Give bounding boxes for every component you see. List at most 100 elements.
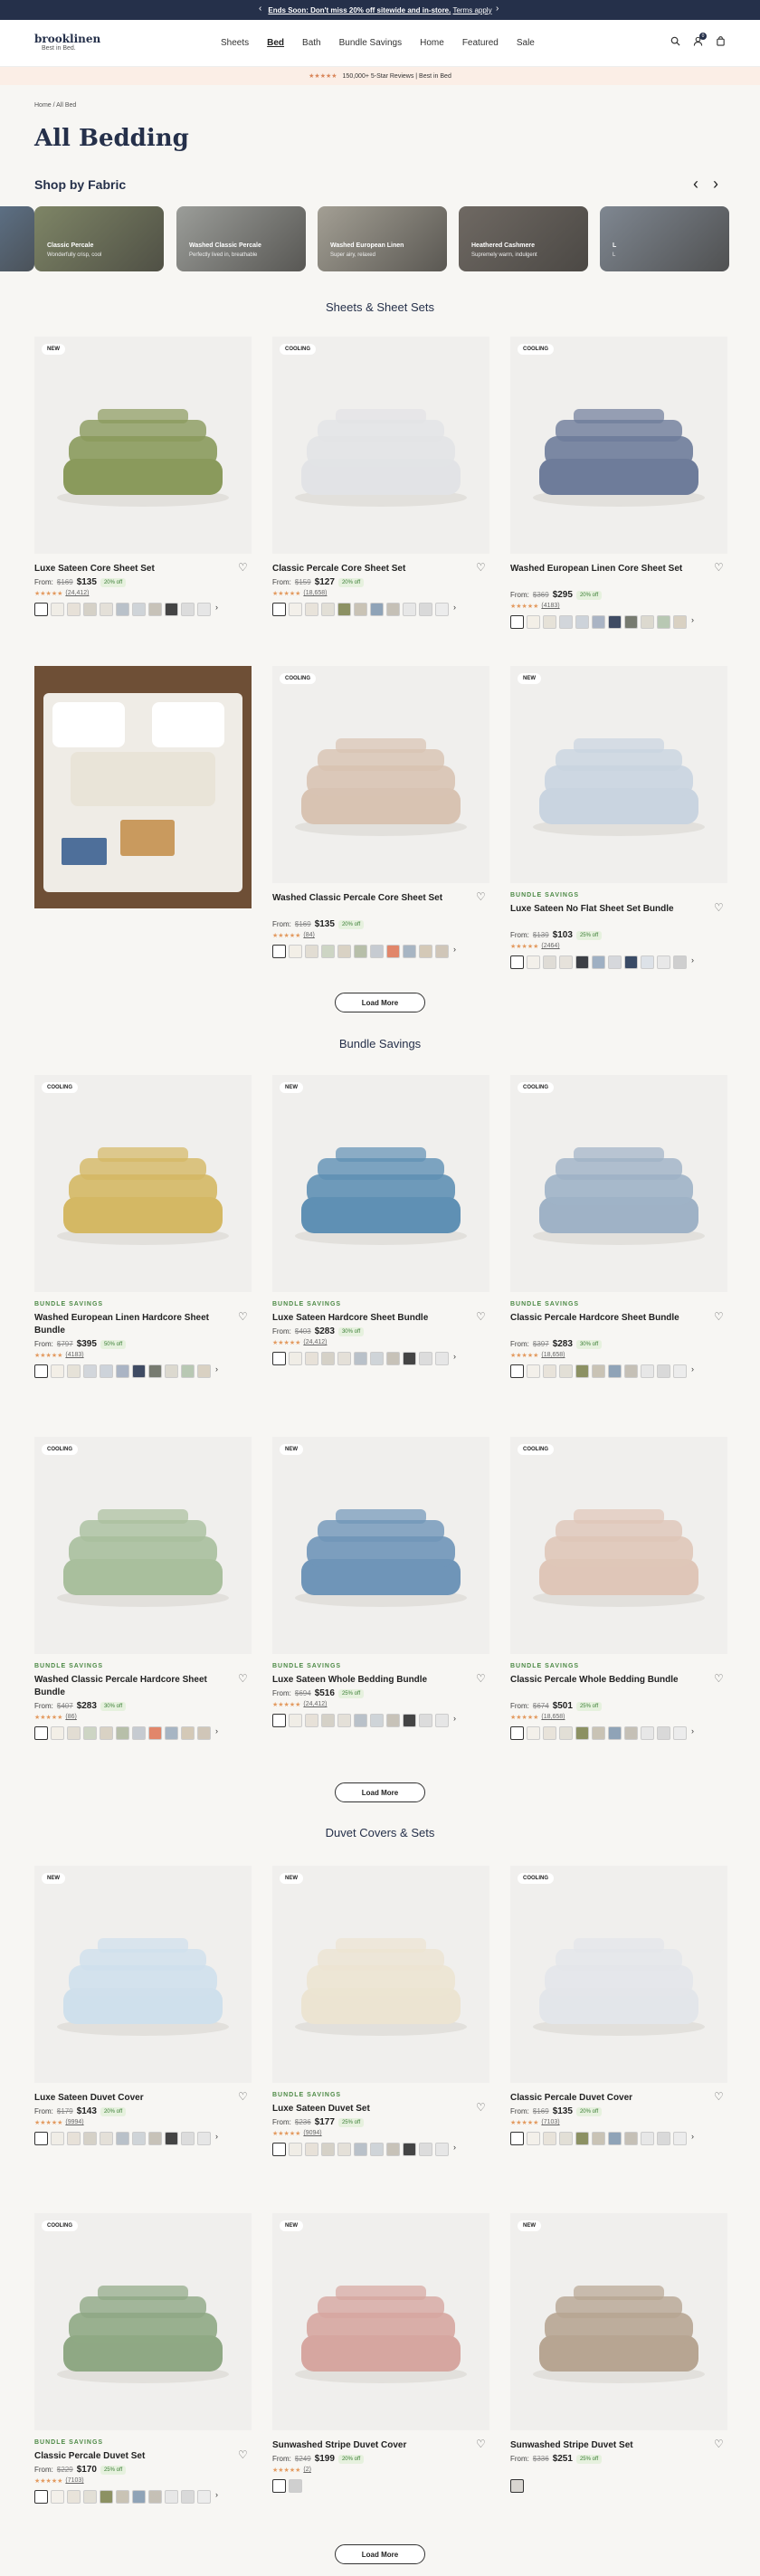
color-swatch[interactable]	[575, 615, 589, 629]
product-title[interactable]: Washed Classic Percale Core Sheet Set	[272, 892, 467, 905]
color-swatch[interactable]	[148, 1364, 162, 1378]
product-image[interactable]: NEW	[272, 2213, 489, 2430]
heart-icon[interactable]: ♡	[714, 1310, 724, 1323]
color-swatch[interactable]	[100, 2490, 113, 2504]
color-swatch[interactable]	[132, 1726, 146, 1740]
rating[interactable]: ★★★★★ (4183)	[34, 1352, 84, 1359]
color-swatch[interactable]	[83, 2490, 97, 2504]
color-swatch[interactable]	[34, 1726, 48, 1740]
color-swatch[interactable]	[321, 1352, 335, 1365]
color-swatch[interactable]	[165, 1364, 178, 1378]
review-count[interactable]: (9094)	[303, 2130, 321, 2137]
color-swatch[interactable]	[305, 1714, 318, 1727]
nav-item-home[interactable]: Home	[420, 38, 444, 48]
color-swatch[interactable]	[116, 2132, 129, 2145]
review-count[interactable]: (18,658)	[303, 590, 327, 597]
color-swatch[interactable]	[624, 2132, 638, 2145]
color-swatch[interactable]	[510, 615, 524, 629]
color-swatch[interactable]	[641, 615, 654, 629]
color-swatch[interactable]	[559, 615, 573, 629]
color-swatch[interactable]	[592, 2132, 605, 2145]
color-swatch[interactable]	[624, 955, 638, 969]
color-swatch[interactable]	[83, 1364, 97, 1378]
review-count[interactable]: (86)	[65, 1714, 76, 1721]
color-swatch[interactable]	[608, 615, 622, 629]
color-swatch[interactable]	[403, 2143, 416, 2156]
color-swatch[interactable]	[608, 2132, 622, 2145]
chevron-left-icon[interactable]: ‹	[693, 175, 698, 194]
color-swatch[interactable]	[34, 2132, 48, 2145]
color-swatch[interactable]	[559, 2132, 573, 2145]
rating[interactable]: ★★★★★ (24,412)	[272, 1339, 327, 1346]
color-swatch[interactable]	[641, 955, 654, 969]
color-swatch[interactable]	[370, 1352, 384, 1365]
rating[interactable]: ★★★★★ (18,658)	[510, 1352, 565, 1359]
color-swatch[interactable]	[51, 603, 64, 616]
heart-icon[interactable]: ♡	[476, 890, 486, 903]
color-swatch[interactable]	[51, 1364, 64, 1378]
account-icon[interactable]: 0	[693, 33, 707, 49]
product-image[interactable]: COOLING	[34, 2213, 252, 2430]
color-swatch[interactable]	[181, 2132, 195, 2145]
product-title[interactable]: Classic Percale Core Sheet Set	[272, 563, 467, 575]
product-image[interactable]: COOLING	[510, 337, 727, 554]
color-swatch[interactable]	[673, 615, 687, 629]
color-swatch[interactable]	[386, 2143, 400, 2156]
color-swatch[interactable]	[370, 945, 384, 958]
color-swatch[interactable]	[321, 2143, 335, 2156]
color-swatch[interactable]	[673, 955, 687, 969]
rating[interactable]: ★★★★★ (2464)	[510, 943, 560, 950]
color-swatch[interactable]	[673, 1726, 687, 1740]
color-swatch[interactable]	[435, 2143, 449, 2156]
color-swatch[interactable]	[641, 2132, 654, 2145]
chevron-right-icon[interactable]: ›	[453, 1714, 456, 1727]
color-swatch[interactable]	[289, 2479, 302, 2493]
color-swatch[interactable]	[321, 603, 335, 616]
heart-icon[interactable]: ♡	[714, 2090, 724, 2103]
color-swatch[interactable]	[165, 2490, 178, 2504]
color-swatch[interactable]	[657, 2132, 670, 2145]
chevron-right-icon[interactable]: ›	[215, 603, 218, 616]
chevron-right-icon[interactable]: ›	[215, 2490, 218, 2504]
color-swatch[interactable]	[435, 1714, 449, 1727]
color-swatch[interactable]	[435, 1352, 449, 1365]
fabric-tile[interactable]: LL	[600, 206, 729, 271]
color-swatch[interactable]	[403, 603, 416, 616]
product-image[interactable]: COOLING	[272, 666, 489, 883]
review-count[interactable]: (84)	[303, 932, 314, 939]
heart-icon[interactable]: ♡	[476, 1672, 486, 1685]
color-swatch[interactable]	[272, 603, 286, 616]
color-swatch[interactable]	[527, 615, 540, 629]
product-title[interactable]: Washed Classic Percale Hardcore Sheet Bu…	[34, 1674, 229, 1699]
product-title[interactable]: Sunwashed Stripe Duvet Cover	[272, 2439, 467, 2452]
rating[interactable]: ★★★★★ (24,412)	[34, 590, 89, 597]
product-image[interactable]: NEW	[272, 1866, 489, 2083]
nav-item-sale[interactable]: Sale	[517, 38, 535, 48]
color-swatch[interactable]	[197, 603, 211, 616]
color-swatch[interactable]	[559, 955, 573, 969]
rating[interactable]: ★★★★★ (2)	[272, 2467, 311, 2474]
heart-icon[interactable]: ♡	[714, 1672, 724, 1685]
product-title[interactable]: Sunwashed Stripe Duvet Set	[510, 2439, 705, 2452]
product-image[interactable]: NEW	[510, 666, 727, 883]
chevron-right-icon[interactable]: ›	[453, 945, 456, 958]
color-swatch[interactable]	[403, 1352, 416, 1365]
product-image[interactable]: NEW	[272, 1075, 489, 1292]
color-swatch[interactable]	[575, 955, 589, 969]
color-swatch[interactable]	[419, 603, 432, 616]
chevron-right-icon[interactable]: ›	[215, 1364, 218, 1378]
color-swatch[interactable]	[116, 2490, 129, 2504]
color-swatch[interactable]	[419, 1352, 432, 1365]
color-swatch[interactable]	[435, 603, 449, 616]
color-swatch[interactable]	[657, 615, 670, 629]
color-swatch[interactable]	[289, 603, 302, 616]
product-title[interactable]: Luxe Sateen No Flat Sheet Set Bundle	[510, 903, 705, 916]
chevron-right-icon[interactable]: ›	[453, 2143, 456, 2156]
load-more-button[interactable]: Load More	[335, 993, 425, 1012]
chevron-right-icon[interactable]: ›	[215, 2132, 218, 2145]
review-count[interactable]: (24,412)	[65, 590, 89, 597]
product-title[interactable]: Luxe Sateen Core Sheet Set	[34, 563, 229, 575]
color-swatch[interactable]	[305, 945, 318, 958]
color-swatch[interactable]	[592, 615, 605, 629]
color-swatch[interactable]	[148, 1726, 162, 1740]
